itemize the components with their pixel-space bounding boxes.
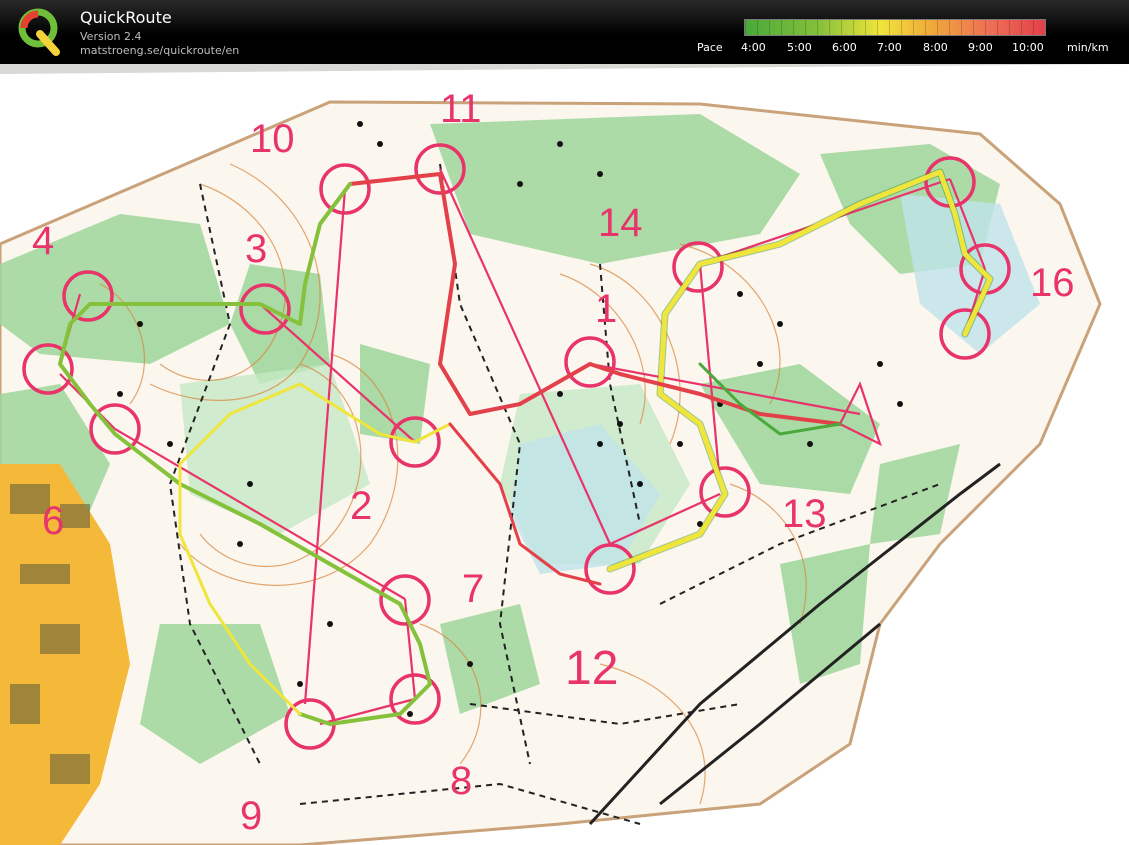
control-number: 8 [450,759,472,803]
app-title: QuickRoute [80,8,172,27]
control-number: 14 [598,201,643,245]
control-number: 6 [42,499,64,543]
control-number: 16 [1030,261,1075,305]
pace-tick: 7:00 [877,41,902,54]
control-number: 12 [565,642,618,695]
pace-color-scale [744,19,1046,36]
control-number: 1 [595,287,617,331]
pace-tick: 4:00 [741,41,766,54]
app-url: matstroeng.se/quickroute/en [80,44,240,57]
app-version: Version 2.4 [80,30,142,43]
title-bar: QuickRoute Version 2.4 matstroeng.se/qui… [0,0,1129,64]
control-number: 10 [250,117,295,161]
pace-tick: 9:00 [968,41,993,54]
pace-tick: 6:00 [832,41,857,54]
orienteering-map[interactable]: 1 2 3 4 5 6 7 8 9 10 11 12 13 14 15 16 [0,64,1129,845]
pace-unit: min/km [1067,41,1109,54]
control-number: 4 [32,219,54,263]
quickroute-logo-icon [18,8,60,56]
pace-tick: 5:00 [787,41,812,54]
control-number: 13 [782,492,827,536]
control-number: 11 [440,87,482,131]
pace-tick: 10:00 [1012,41,1044,54]
control-number: 2 [350,484,372,528]
control-number: 9 [240,794,262,838]
control-number: 3 [245,227,267,271]
pace-label: Pace [697,41,723,54]
pace-tick: 8:00 [923,41,948,54]
control-number: 7 [462,567,484,611]
